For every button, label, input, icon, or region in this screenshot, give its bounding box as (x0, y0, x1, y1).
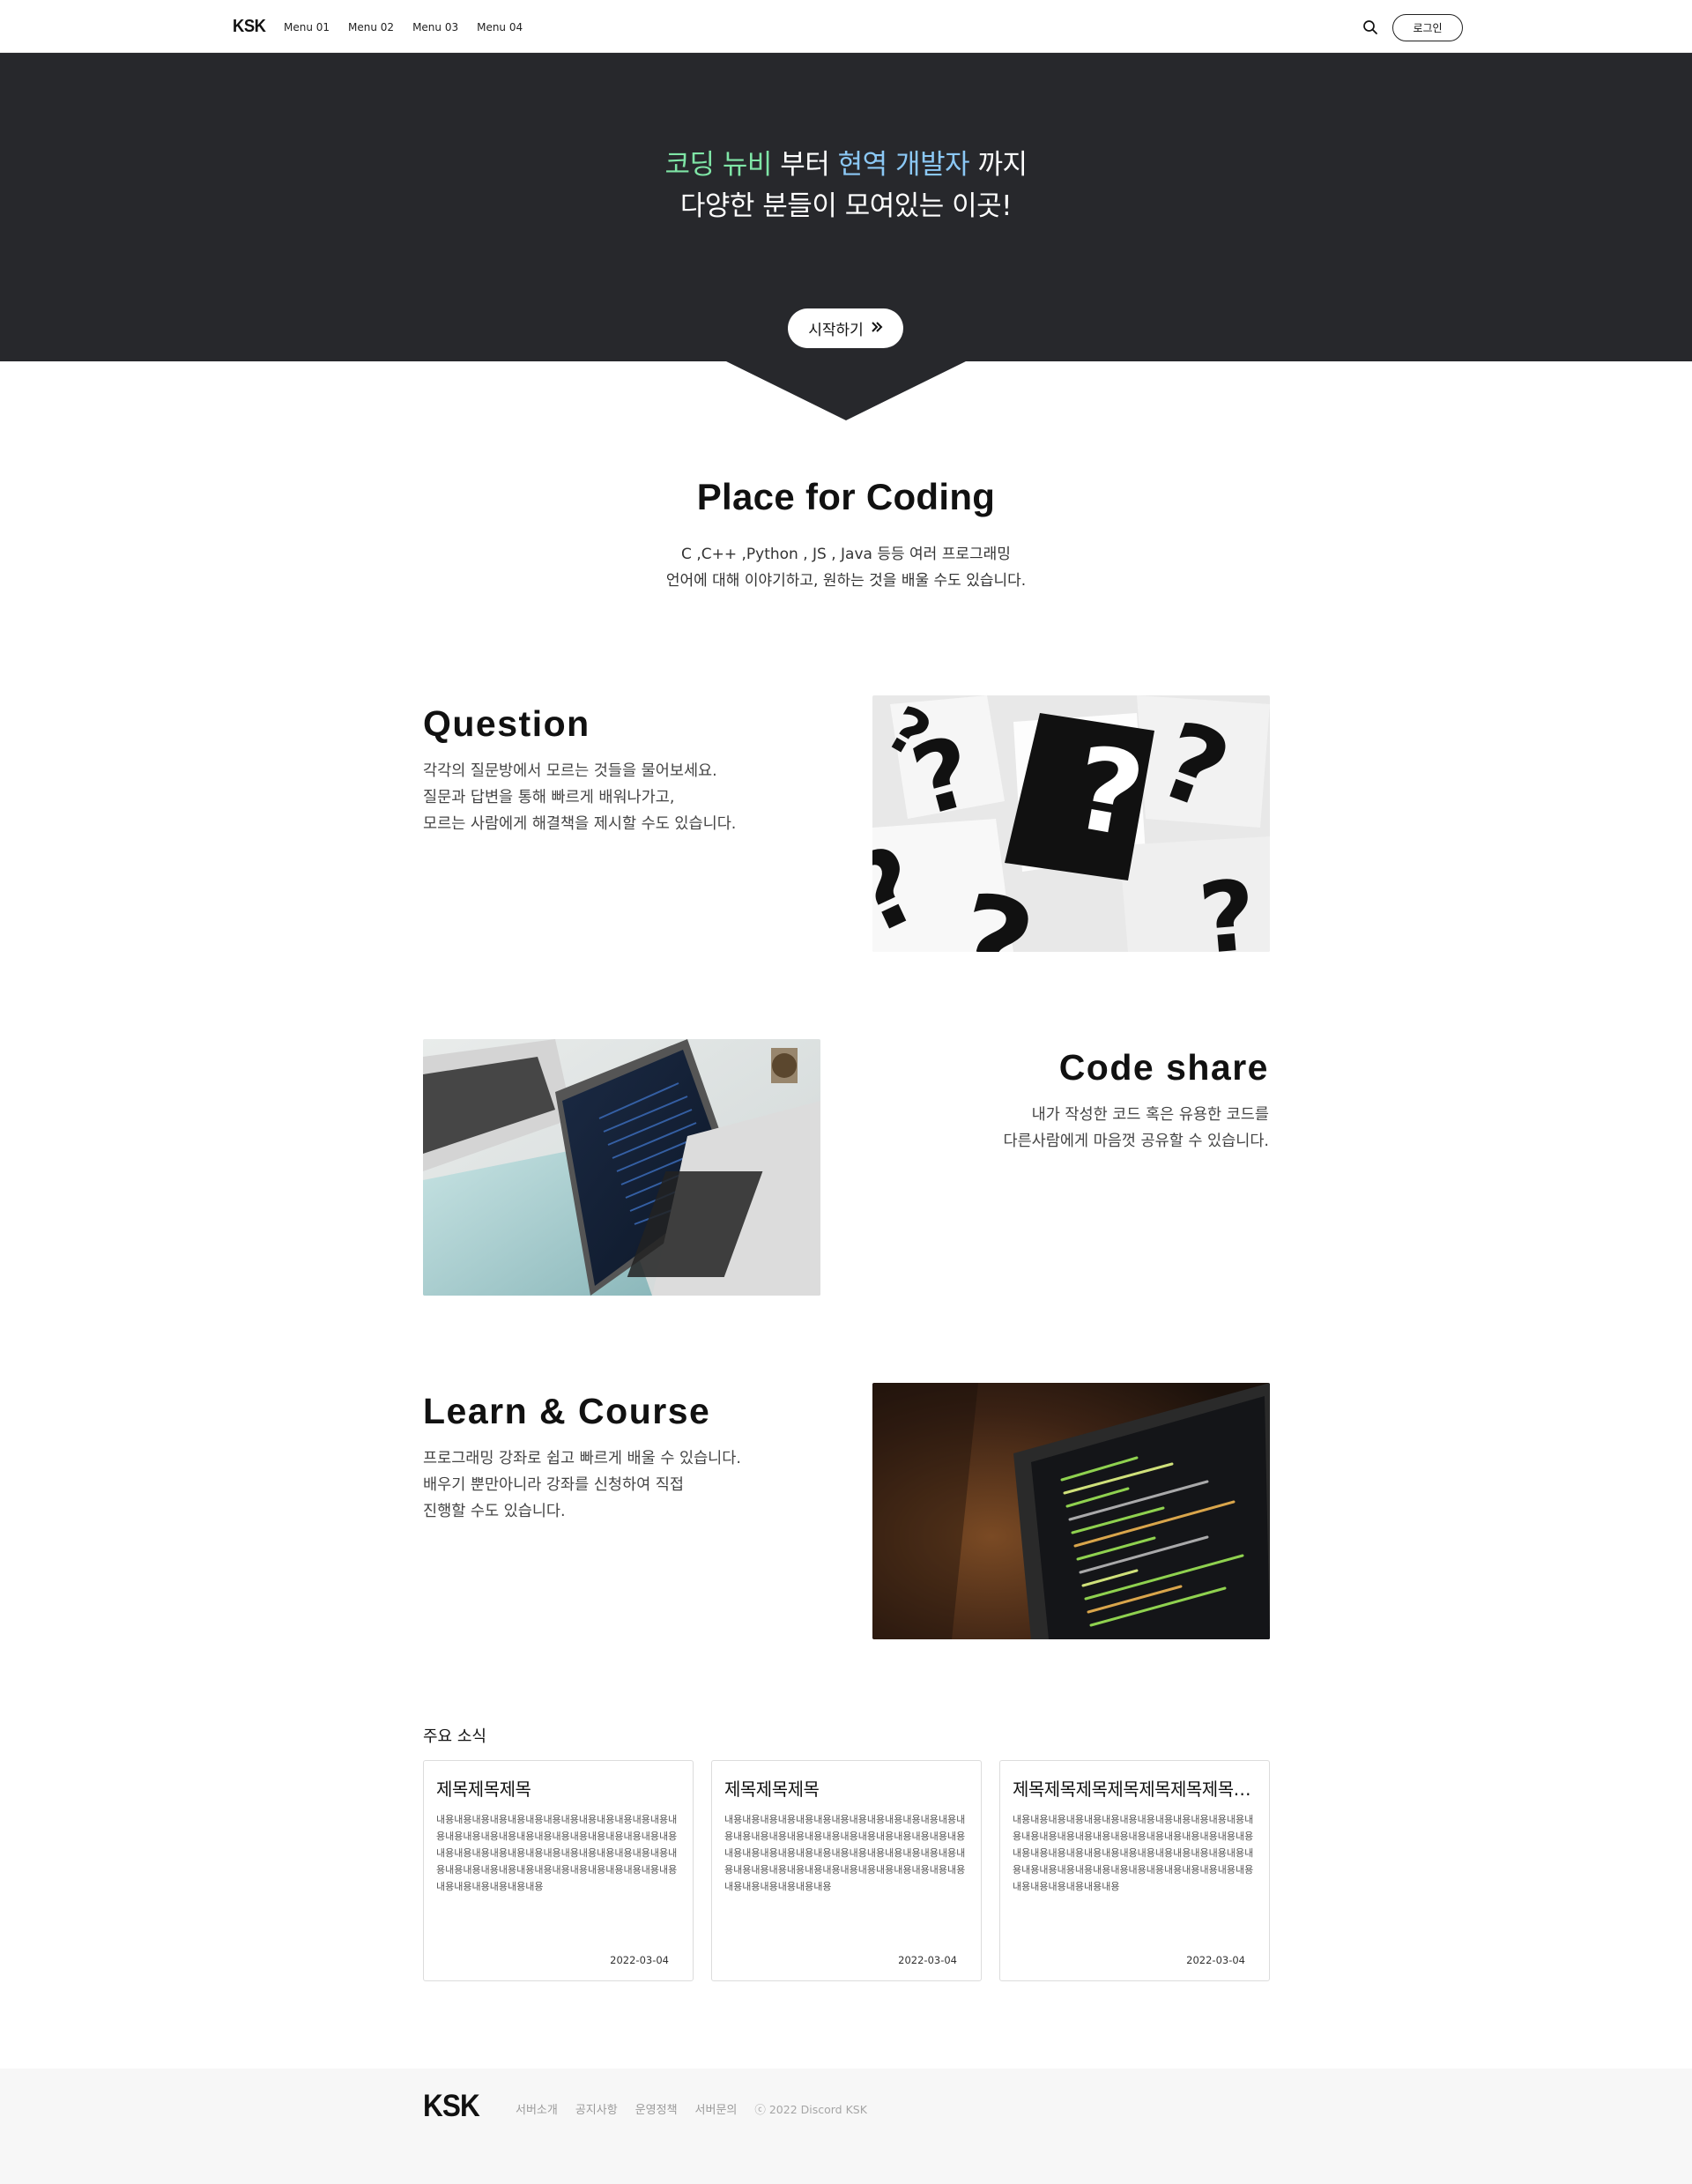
feature-desc-learn-course: 프로그래밍 강좌로 쉽고 빠르게 배울 수 있습니다. 배우기 뿐만아니라 강좌… (423, 1445, 741, 1525)
hero-banner: 코딩 뉴비 부터 현역 개발자 까지 다양한 분들이 모여있는 이곳! 시작하기 (0, 53, 1692, 361)
nav-menu-03[interactable]: Menu 03 (412, 21, 458, 33)
intro-description: C ,C++ ,Python , JS , Java 등등 여러 프로그래밍 언… (0, 541, 1692, 594)
news-card[interactable]: 제목제목제목 내용내용내용내용내용내용내용내용내용내용내용내용내용내용내용내용내… (711, 1760, 982, 1981)
news-card-body: 내용내용내용내용내용내용내용내용내용내용내용내용내용내용내용내용내용내용내용내용… (724, 1814, 966, 1892)
site-header: KSK Menu 01 Menu 02 Menu 03 Menu 04 로그인 (0, 0, 1692, 53)
code-monitor-photo (872, 1383, 1270, 1639)
news-card-body: 내용내용내용내용내용내용내용내용내용내용내용내용내용내용내용내용내용내용내용내용… (1013, 1814, 1254, 1892)
hero-arrow-decoration (724, 360, 968, 420)
feature-desc-question: 각각의 질문방에서 모르는 것들을 물어보세요. 질문과 답변을 통해 빠르게 … (423, 758, 736, 837)
footer-copyright: ⓒ 2022 Discord KSK (754, 2103, 867, 2116)
feature-title-code-share: Code share (1058, 1047, 1269, 1088)
feature-title-question: Question (423, 703, 590, 744)
site-footer: KSK 서버소개 공지사항 운영정책 서버문의 ⓒ 2022 Discord K… (0, 2069, 1692, 2184)
feature-desc-line: 내가 작성한 코드 혹은 유용한 코드를 (1031, 1106, 1269, 1124)
intro-desc-line-1: C ,C++ ,Python , JS , Java 등등 여러 프로그래밍 (681, 546, 1011, 563)
footer-link-inquiry[interactable]: 서버문의 (695, 2100, 738, 2117)
news-card-date: 2022-03-04 (610, 1954, 669, 1966)
news-card[interactable]: 제목제목제목제목제목제목제목제목제목제목 내용내용내용내용내용내용내용내용내용내… (999, 1760, 1270, 1981)
page: KSK Menu 01 Menu 02 Menu 03 Menu 04 로그인 … (0, 0, 1692, 2184)
news-card-title: 제목제목제목제목제목제목제목제목제목제목 (1013, 1779, 1257, 1800)
hero-highlight-newbie: 코딩 뉴비 (664, 149, 772, 181)
search-icon[interactable] (1362, 19, 1378, 35)
nav-menu-04[interactable]: Menu 04 (477, 21, 523, 33)
question-marks-photo: ? ? ? ? ? ? ? (872, 695, 1270, 952)
main-nav: Menu 01 Menu 02 Menu 03 Menu 04 (284, 21, 523, 33)
news-card-title: 제목제목제목 (724, 1779, 820, 1800)
footer-link-notice[interactable]: 공지사항 (575, 2100, 618, 2117)
feature-desc-line: 모르는 사람에게 해결책을 제시할 수도 있습니다. (423, 815, 737, 833)
feature-desc-line: 진행할 수도 있습니다. (423, 1503, 566, 1520)
feature-desc-line: 프로그래밍 강좌로 쉽고 빠르게 배울 수 있습니다. (423, 1450, 741, 1467)
hero-text-to: 까지 (969, 149, 1028, 181)
double-chevron-right-icon (871, 320, 883, 338)
intro-title: Place for Coding (696, 476, 996, 517)
feature-desc-line: 배우기 뿐만아니라 강좌를 신청하여 직접 (423, 1476, 684, 1494)
hero-text-from: 부터 (771, 149, 838, 181)
login-button[interactable]: 로그인 (1392, 14, 1463, 41)
nav-menu-02[interactable]: Menu 02 (348, 21, 394, 33)
footer-logo[interactable]: KSK (423, 2089, 480, 2124)
feature-desc-line: 질문과 답변을 통해 빠르게 배워나가고, (423, 789, 675, 806)
hero-line-2: 다양한 분들이 모여있는 이곳! (679, 190, 1013, 222)
feature-title-learn-course: Learn & Course (423, 1391, 711, 1431)
laptops-photo (423, 1039, 820, 1296)
news-card-title: 제목제목제목 (436, 1779, 531, 1800)
intro-desc-line-2: 언어에 대해 이야기하고, 원하는 것을 배울 수도 있습니다. (665, 572, 1027, 590)
news-card-date: 2022-03-04 (898, 1954, 957, 1966)
news-card[interactable]: 제목제목제목 내용내용내용내용내용내용내용내용내용내용내용내용내용내용내용내용내… (423, 1760, 694, 1981)
svg-text:?: ? (1195, 858, 1261, 952)
news-card-body: 내용내용내용내용내용내용내용내용내용내용내용내용내용내용내용내용내용내용내용내용… (436, 1814, 678, 1892)
feature-desc-line: 각각의 질문방에서 모르는 것들을 물어보세요. (423, 762, 717, 780)
news-card-date: 2022-03-04 (1186, 1954, 1245, 1966)
feature-desc-line: 다른사람에게 마음껏 공유할 수 있습니다. (1003, 1133, 1269, 1150)
footer-link-policy[interactable]: 운영정책 (635, 2100, 678, 2117)
nav-menu-01[interactable]: Menu 01 (284, 21, 330, 33)
start-button-label: 시작하기 (808, 322, 864, 339)
hero-highlight-developer: 현역 개발자 (837, 149, 970, 181)
start-button[interactable]: 시작하기 (788, 308, 903, 348)
footer-links: 서버소개 공지사항 운영정책 서버문의 ⓒ 2022 Discord KSK (516, 2100, 867, 2117)
hero-headline: 코딩 뉴비 부터 현역 개발자 까지 다양한 분들이 모여있는 이곳! (0, 145, 1692, 227)
news-heading: 주요 소식 (423, 1727, 486, 1746)
hero-line-1: 코딩 뉴비 부터 현역 개발자 까지 (0, 145, 1692, 186)
footer-link-server-intro[interactable]: 서버소개 (516, 2100, 558, 2117)
site-logo[interactable]: KSK (233, 17, 266, 37)
feature-desc-code-share: 내가 작성한 코드 혹은 유용한 코드를 다른사람에게 마음껏 공유할 수 있습… (1003, 1102, 1269, 1155)
